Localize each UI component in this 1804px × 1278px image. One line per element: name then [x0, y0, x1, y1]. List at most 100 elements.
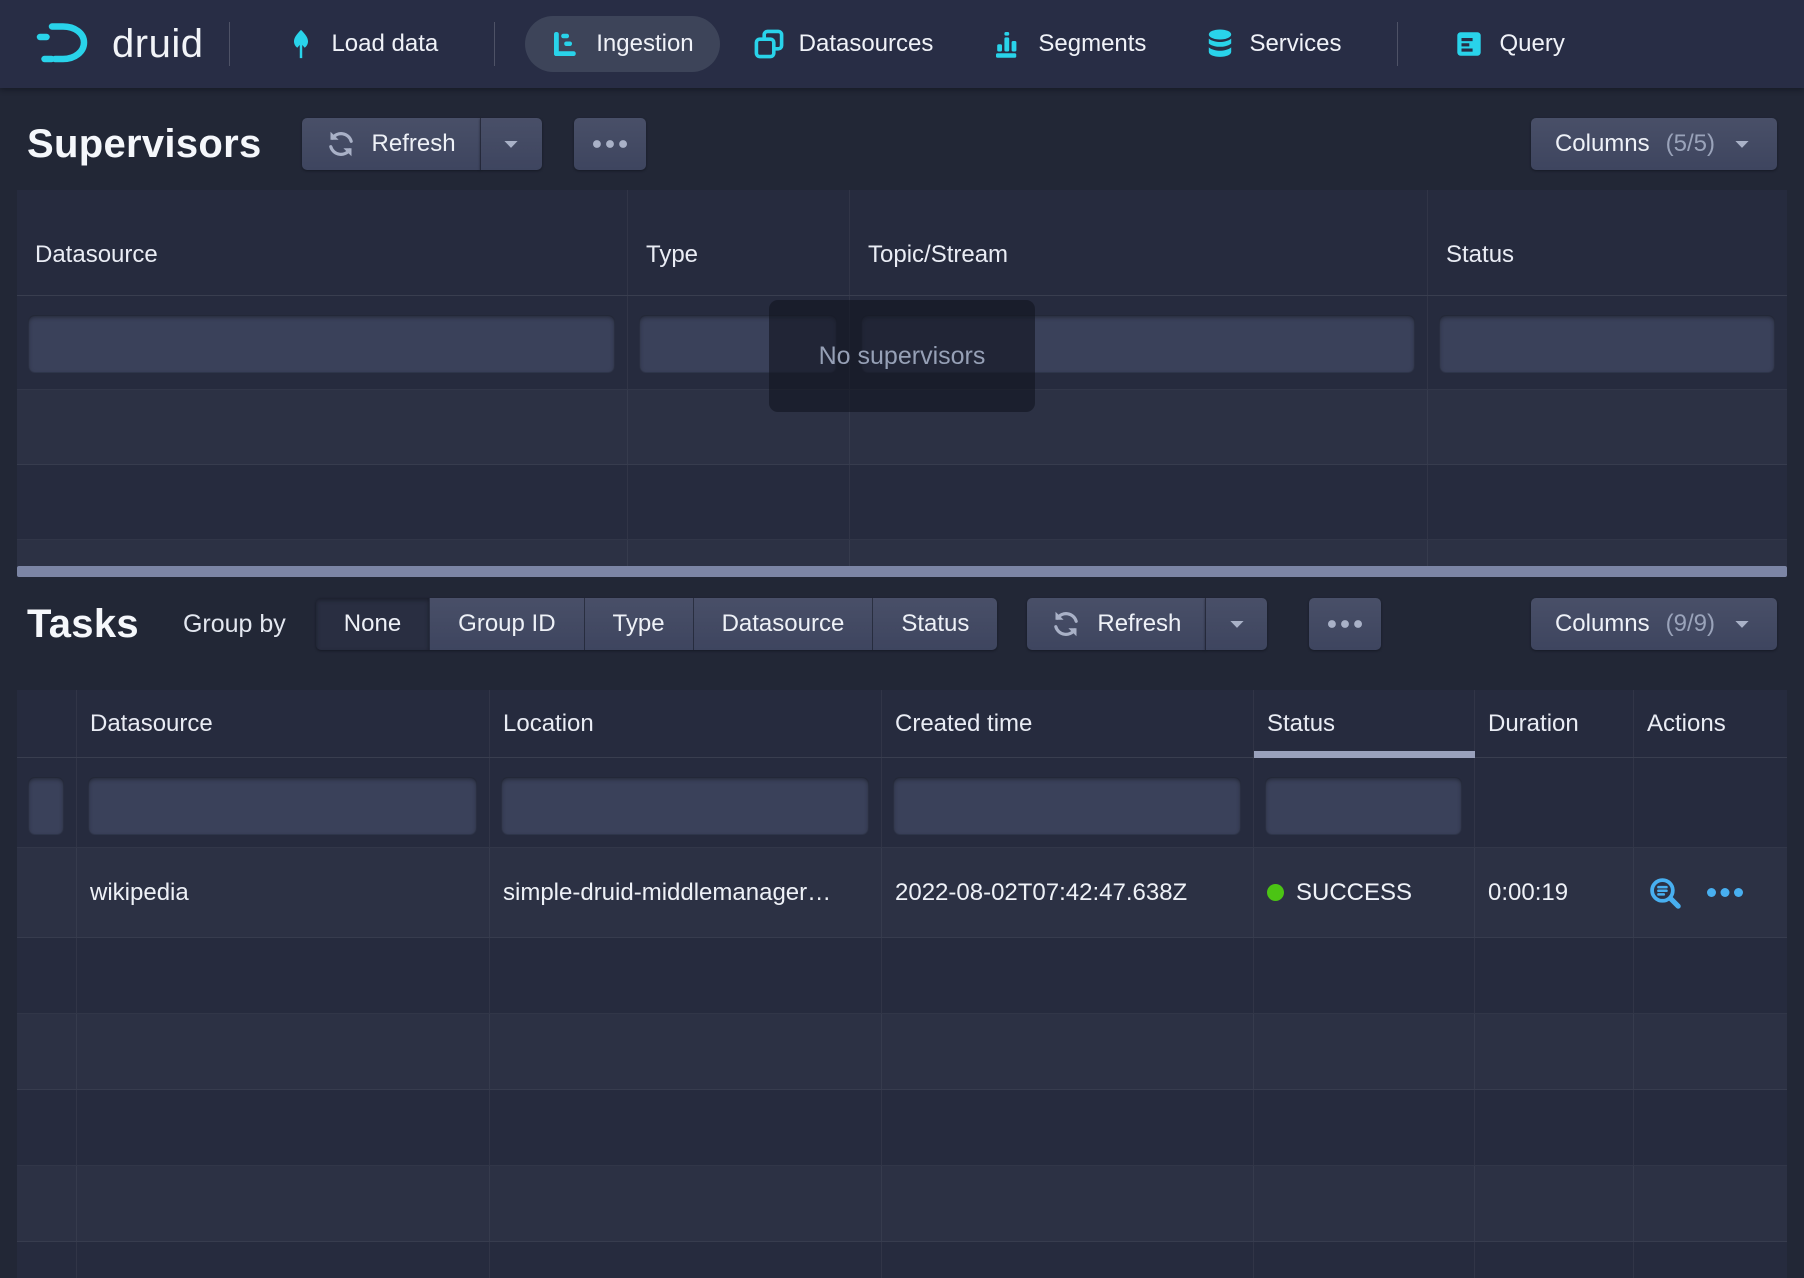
caret-down-icon — [1731, 613, 1753, 635]
tasks-title: Tasks — [27, 602, 139, 647]
group-by-group-id-button[interactable]: Group ID — [429, 598, 583, 650]
column-header-location[interactable]: Location — [490, 690, 882, 757]
supervisors-table: Datasource Type Topic/Stream Status No s… — [17, 190, 1787, 577]
supervisors-datasource-filter-input[interactable] — [28, 315, 615, 373]
nav-item-segments[interactable]: Segments — [967, 16, 1172, 72]
task-location: simple-druid-middlemanager… — [490, 848, 882, 937]
group-by-none-button[interactable]: None — [316, 598, 429, 650]
nav-item-query[interactable]: Query — [1428, 16, 1590, 72]
column-header-created-time[interactable]: Created time — [882, 690, 1254, 757]
column-header-spacer — [17, 690, 77, 757]
task-more-actions-icon[interactable] — [1707, 888, 1743, 897]
supervisors-refresh-button[interactable]: Refresh — [302, 118, 480, 170]
task-created-time: 2022-08-02T07:42:47.638Z — [882, 848, 1254, 937]
empty-table-row — [17, 1014, 1787, 1090]
nav-item-label: Query — [1499, 30, 1564, 58]
nav-item-label: Ingestion — [596, 30, 693, 58]
columns-label: Columns — [1555, 130, 1650, 158]
tasks-table: Datasource Location Created time Status … — [17, 690, 1787, 1278]
refresh-label: Refresh — [372, 130, 456, 158]
inspect-task-icon[interactable] — [1647, 875, 1683, 911]
more-icon — [593, 140, 627, 148]
supervisors-refresh-caret-button[interactable] — [480, 118, 542, 170]
supervisors-toolbar: Supervisors Refresh — [0, 88, 1804, 190]
tasks-location-filter-input[interactable] — [501, 777, 869, 835]
task-duration: 0:00:19 — [1475, 848, 1634, 937]
column-header-duration[interactable]: Duration — [1475, 690, 1634, 757]
nav-item-load-data[interactable]: Load data — [260, 16, 464, 72]
datasources-icon — [754, 29, 784, 59]
tasks-filter-row — [17, 758, 1787, 848]
status-success-dot-icon — [1267, 884, 1284, 901]
refresh-label: Refresh — [1097, 610, 1181, 638]
tasks-datasource-filter-input[interactable] — [88, 777, 477, 835]
navbar-divider — [229, 22, 230, 66]
column-header-datasource[interactable]: Datasource — [77, 690, 490, 757]
caret-down-icon — [1731, 133, 1753, 155]
group-by-datasource-button[interactable]: Datasource — [693, 598, 873, 650]
supervisors-columns-button[interactable]: Columns (5/5) — [1531, 118, 1777, 170]
tasks-status-filter-input[interactable] — [1265, 777, 1462, 835]
nav-item-datasources[interactable]: Datasources — [728, 16, 960, 72]
columns-count: (9/9) — [1666, 610, 1715, 638]
nav-item-label: Datasources — [799, 30, 934, 58]
nav-item-label: Load data — [331, 30, 438, 58]
nav-item-label: Segments — [1038, 30, 1146, 58]
tasks-created-time-filter-input[interactable] — [893, 777, 1241, 835]
supervisors-title: Supervisors — [27, 122, 262, 167]
columns-label: Columns — [1555, 610, 1650, 638]
tasks-refresh-button[interactable]: Refresh — [1027, 598, 1205, 650]
task-row-wikipedia[interactable]: wikipedia simple-druid-middlemanager… 20… — [17, 848, 1787, 938]
status-text: SUCCESS — [1296, 879, 1412, 907]
segments-icon — [993, 29, 1023, 59]
column-header-type[interactable]: Type — [628, 190, 850, 295]
empty-table-row — [17, 1090, 1787, 1166]
caret-down-icon — [500, 133, 522, 155]
supervisors-refresh-split-button: Refresh — [302, 118, 542, 170]
load-data-icon — [286, 28, 316, 60]
services-icon — [1206, 28, 1234, 60]
task-actions — [1634, 848, 1787, 937]
task-datasource: wikipedia — [77, 848, 490, 937]
tasks-refresh-split-button: Refresh — [1027, 598, 1267, 650]
column-header-status[interactable]: Status — [1428, 190, 1787, 295]
druid-console-screen: druid Load data Ingestion — [0, 0, 1804, 1278]
caret-down-icon — [1226, 613, 1248, 635]
horizontal-scrollbar[interactable] — [17, 566, 1787, 577]
navbar-divider — [494, 22, 495, 66]
empty-table-row — [17, 540, 1787, 566]
columns-count: (5/5) — [1666, 130, 1715, 158]
empty-table-row — [17, 1242, 1787, 1278]
tasks-spacer-filter-input[interactable] — [28, 777, 64, 835]
refresh-icon — [326, 129, 356, 159]
navbar-divider — [1397, 22, 1398, 66]
druid-logo[interactable]: druid — [36, 21, 203, 67]
brand-name: druid — [112, 22, 203, 67]
tasks-more-button[interactable] — [1309, 598, 1381, 650]
column-header-status-sorted[interactable]: Status — [1254, 690, 1475, 757]
task-status: SUCCESS — [1254, 848, 1475, 937]
supervisors-more-button[interactable] — [574, 118, 646, 170]
group-by-label: Group by — [183, 610, 286, 639]
empty-table-row — [17, 1166, 1787, 1242]
nav-item-label: Services — [1249, 30, 1341, 58]
tasks-columns-button[interactable]: Columns (9/9) — [1531, 598, 1777, 650]
group-by-type-button[interactable]: Type — [584, 598, 693, 650]
group-by-status-button[interactable]: Status — [872, 598, 997, 650]
more-icon — [1328, 620, 1362, 628]
query-icon — [1454, 29, 1484, 59]
empty-table-row — [17, 465, 1787, 540]
tasks-refresh-caret-button[interactable] — [1205, 598, 1267, 650]
supervisors-status-filter-input[interactable] — [1439, 315, 1775, 373]
nav-item-ingestion[interactable]: Ingestion — [525, 16, 719, 72]
druid-logo-icon — [36, 21, 98, 67]
column-header-datasource[interactable]: Datasource — [17, 190, 628, 295]
ingestion-icon — [551, 29, 581, 59]
supervisors-header-row: Datasource Type Topic/Stream Status — [17, 190, 1787, 296]
column-header-actions[interactable]: Actions — [1634, 690, 1787, 757]
tasks-header-row: Datasource Location Created time Status … — [17, 690, 1787, 758]
no-supervisors-message: No supervisors — [769, 300, 1035, 412]
top-navbar: druid Load data Ingestion — [0, 0, 1804, 88]
nav-item-services[interactable]: Services — [1180, 16, 1367, 72]
column-header-topic-stream[interactable]: Topic/Stream — [850, 190, 1428, 295]
